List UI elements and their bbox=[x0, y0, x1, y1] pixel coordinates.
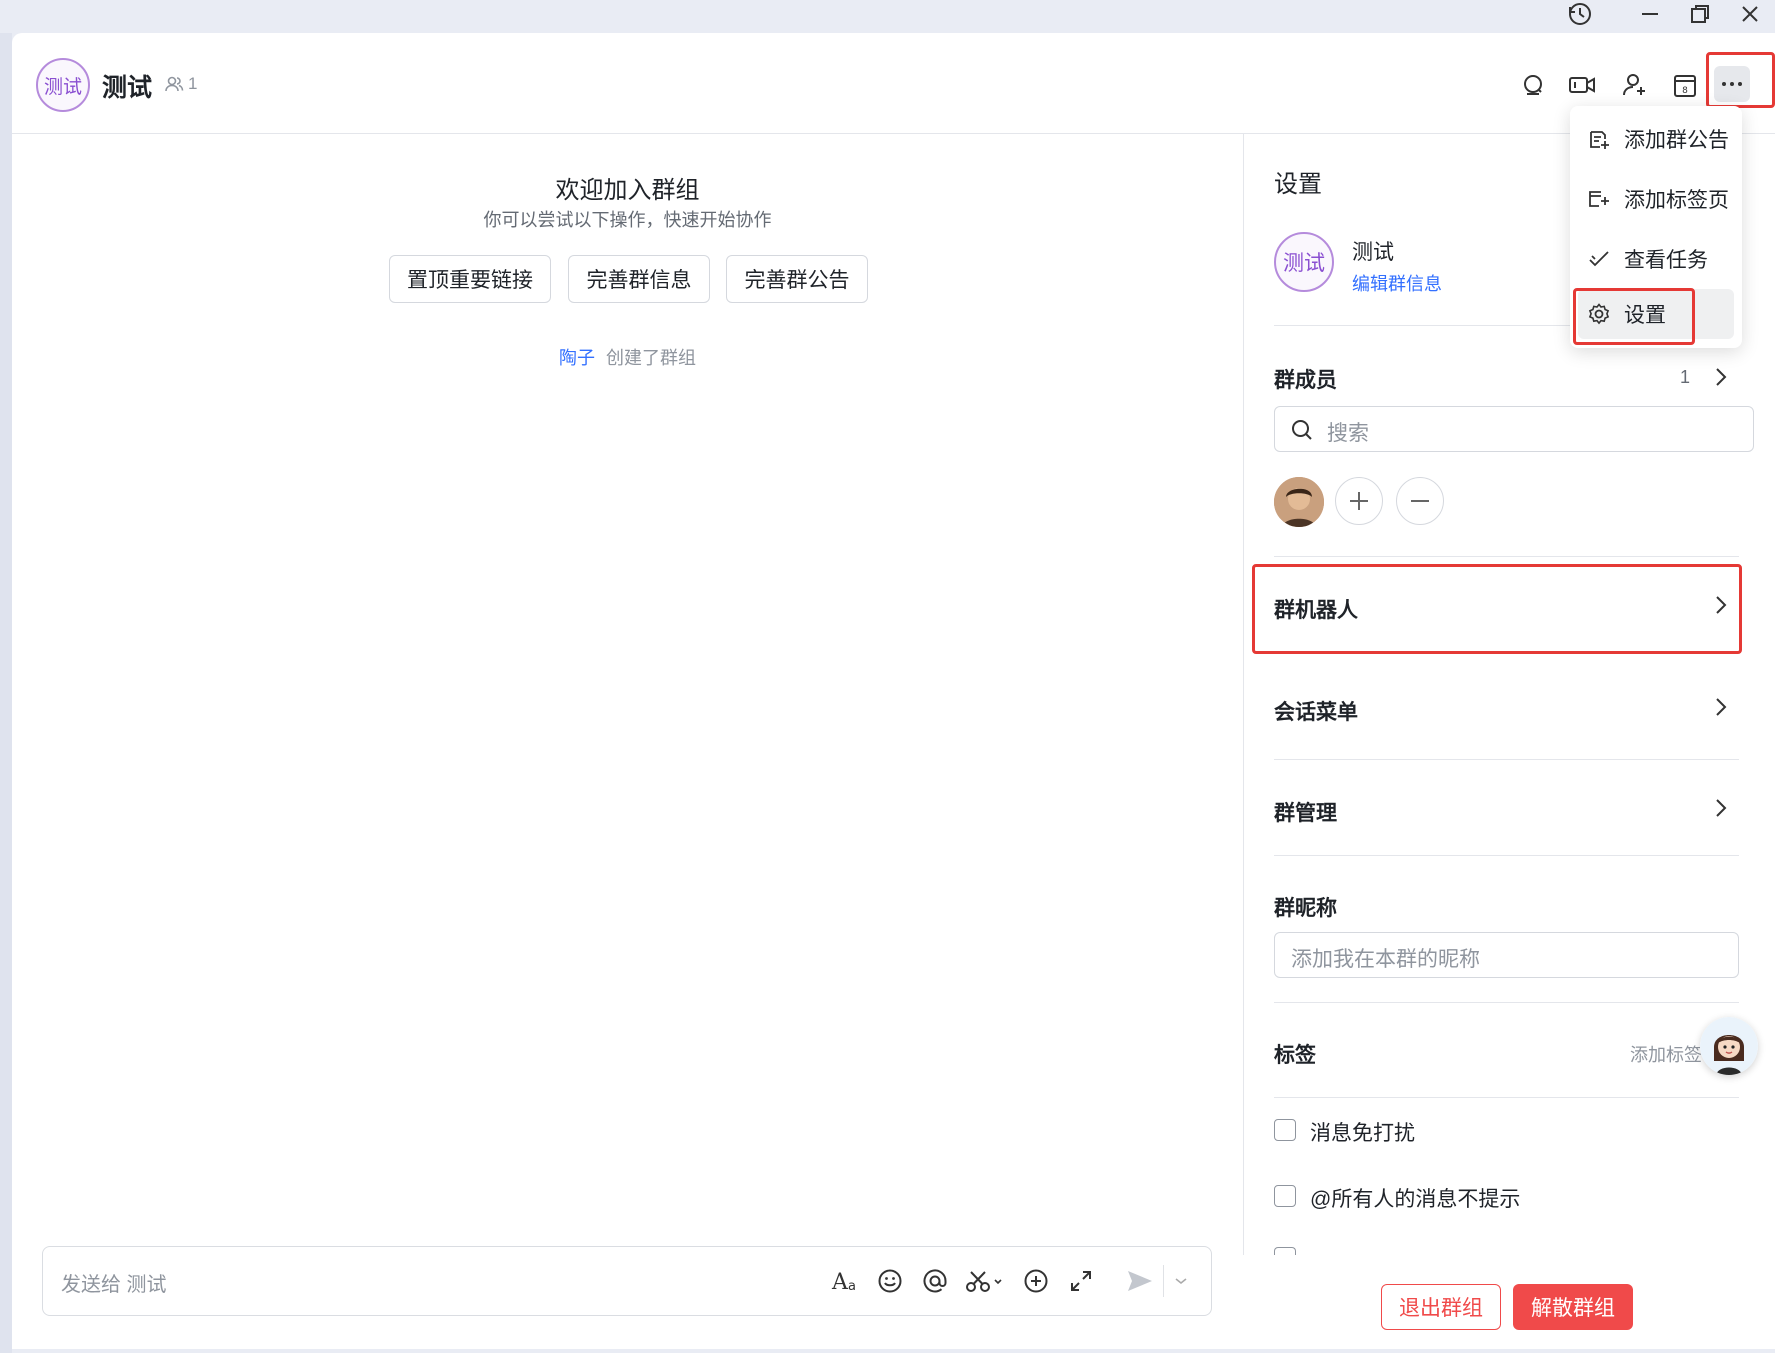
chat-header bbox=[12, 33, 1775, 134]
edit-group-info-link[interactable]: 编辑群信息 bbox=[1352, 270, 1442, 296]
group-bots-chevron-icon bbox=[1712, 592, 1730, 618]
settings-group-avatar-text: 测试 bbox=[1283, 252, 1325, 275]
divider bbox=[1274, 556, 1739, 557]
add-more-icon[interactable] bbox=[1019, 1264, 1053, 1298]
creator-link[interactable]: 陶子 bbox=[559, 348, 595, 368]
tags-title: 标签 bbox=[1274, 1044, 1316, 1067]
leave-group-button[interactable]: 退出群组 bbox=[1381, 1284, 1501, 1330]
at-all-checkbox[interactable] bbox=[1274, 1185, 1296, 1207]
message-composer[interactable]: 发送给 测试 Aa bbox=[42, 1246, 1212, 1316]
group-name[interactable]: 测试 bbox=[102, 68, 152, 104]
menu-item-settings[interactable]: 设置 bbox=[1578, 289, 1734, 339]
settings-group-avatar[interactable]: 测试 bbox=[1274, 232, 1334, 292]
pin-links-button[interactable]: 置顶重要链接 bbox=[389, 255, 551, 303]
menu-item-view-tasks[interactable]: 查看任务 bbox=[1570, 234, 1742, 284]
minimize-button[interactable] bbox=[1630, 0, 1670, 28]
complete-announcement-button[interactable]: 完善群公告 bbox=[726, 255, 868, 303]
tab-add-icon bbox=[1586, 186, 1612, 212]
group-manage-chevron-icon[interactable] bbox=[1712, 795, 1730, 821]
send-options-chevron-icon[interactable] bbox=[1171, 1264, 1191, 1298]
svg-text:8: 8 bbox=[1682, 86, 1688, 96]
at-all-label: @所有人的消息不提示 bbox=[1310, 1188, 1521, 1211]
add-member-button[interactable] bbox=[1335, 477, 1383, 525]
svg-text:a: a bbox=[848, 1279, 856, 1294]
search-placeholder: 搜索 bbox=[1327, 422, 1369, 445]
session-menu-title[interactable]: 会话菜单 bbox=[1274, 696, 1358, 726]
nickname-placeholder: 添加我在本群的昵称 bbox=[1291, 948, 1480, 971]
group-avatar-text: 测试 bbox=[43, 76, 82, 98]
welcome-subtitle: 你可以尝试以下操作，快速开始协作 bbox=[483, 210, 772, 230]
member-search-input[interactable]: 搜索 bbox=[1274, 406, 1754, 452]
announcement-add-icon bbox=[1586, 126, 1612, 152]
members-icon bbox=[165, 76, 184, 92]
add-tag-link[interactable]: 添加标签 bbox=[1630, 1041, 1702, 1067]
minus-icon bbox=[1411, 500, 1429, 502]
members-count: 1 bbox=[1680, 367, 1691, 387]
emoji-icon[interactable] bbox=[873, 1264, 907, 1298]
member-avatar[interactable] bbox=[1274, 477, 1324, 527]
task-check-icon bbox=[1586, 246, 1612, 272]
group-bots-title: 群机器人 bbox=[1274, 599, 1358, 622]
dissolve-group-button[interactable]: 解散群组 bbox=[1513, 1284, 1633, 1330]
settings-group-name: 测试 bbox=[1352, 241, 1394, 264]
group-manage-title[interactable]: 群管理 bbox=[1274, 797, 1337, 827]
session-menu-chevron-icon[interactable] bbox=[1712, 694, 1730, 720]
send-icon[interactable] bbox=[1123, 1264, 1157, 1298]
nickname-input[interactable]: 添加我在本群的昵称 bbox=[1274, 932, 1739, 978]
mention-icon[interactable] bbox=[918, 1264, 952, 1298]
members-title: 群成员 bbox=[1274, 369, 1337, 392]
svg-text:A: A bbox=[831, 1270, 849, 1294]
composer-input[interactable]: 发送给 测试 bbox=[61, 1268, 167, 1297]
assistant-avatar[interactable] bbox=[1700, 1017, 1758, 1075]
creator-action-text: 创建了群组 bbox=[606, 348, 696, 368]
settings-title: 设置 bbox=[1274, 171, 1322, 198]
search-chat-icon[interactable] bbox=[1516, 68, 1550, 102]
add-member-icon[interactable] bbox=[1618, 68, 1652, 102]
expand-icon[interactable] bbox=[1064, 1264, 1098, 1298]
menu-item-label: 添加群公告 bbox=[1624, 129, 1729, 152]
mute-checkbox[interactable] bbox=[1274, 1119, 1296, 1141]
menu-item-label: 设置 bbox=[1624, 304, 1666, 327]
menu-item-add-announcement[interactable]: 添加群公告 bbox=[1570, 114, 1742, 164]
more-options-menu: 添加群公告 添加标签页 查看任务 设置 bbox=[1570, 106, 1742, 348]
menu-item-label: 添加标签页 bbox=[1624, 189, 1729, 212]
divider bbox=[1274, 759, 1739, 760]
divider bbox=[1274, 1002, 1739, 1003]
menu-item-label: 查看任务 bbox=[1624, 249, 1708, 272]
history-icon[interactable] bbox=[1560, 0, 1600, 28]
mute-label: 消息免打扰 bbox=[1310, 1122, 1415, 1145]
divider bbox=[1274, 1097, 1739, 1098]
welcome-title: 欢迎加入群组 bbox=[555, 177, 700, 204]
search-icon bbox=[1292, 420, 1312, 440]
panel-footer bbox=[1243, 1255, 1775, 1349]
member-count[interactable]: 1 bbox=[164, 74, 197, 94]
gear-icon bbox=[1586, 301, 1612, 327]
divider bbox=[1274, 855, 1739, 856]
window-left-edge bbox=[0, 33, 12, 1353]
restore-button[interactable] bbox=[1680, 0, 1720, 28]
calendar-icon[interactable]: 8 bbox=[1668, 68, 1702, 102]
nickname-title: 群昵称 bbox=[1274, 897, 1337, 920]
remove-member-button[interactable] bbox=[1396, 477, 1444, 525]
more-dots-icon bbox=[1722, 82, 1742, 86]
plus-icon bbox=[1350, 492, 1368, 510]
member-count-value: 1 bbox=[188, 74, 198, 93]
system-message: 陶子 创建了群组 bbox=[12, 344, 1243, 370]
more-options-button[interactable] bbox=[1714, 66, 1750, 102]
screenshot-icon[interactable] bbox=[963, 1264, 1007, 1298]
send-divider bbox=[1163, 1265, 1164, 1297]
group-avatar[interactable]: 测试 bbox=[36, 58, 90, 112]
close-window-button[interactable] bbox=[1730, 0, 1770, 28]
video-call-icon[interactable] bbox=[1565, 68, 1599, 102]
members-chevron-icon[interactable] bbox=[1712, 364, 1730, 390]
text-format-icon[interactable]: Aa bbox=[829, 1264, 863, 1298]
complete-group-info-button[interactable]: 完善群信息 bbox=[568, 255, 710, 303]
menu-item-add-tab[interactable]: 添加标签页 bbox=[1570, 174, 1742, 224]
partial-checkbox[interactable] bbox=[1274, 1247, 1296, 1255]
